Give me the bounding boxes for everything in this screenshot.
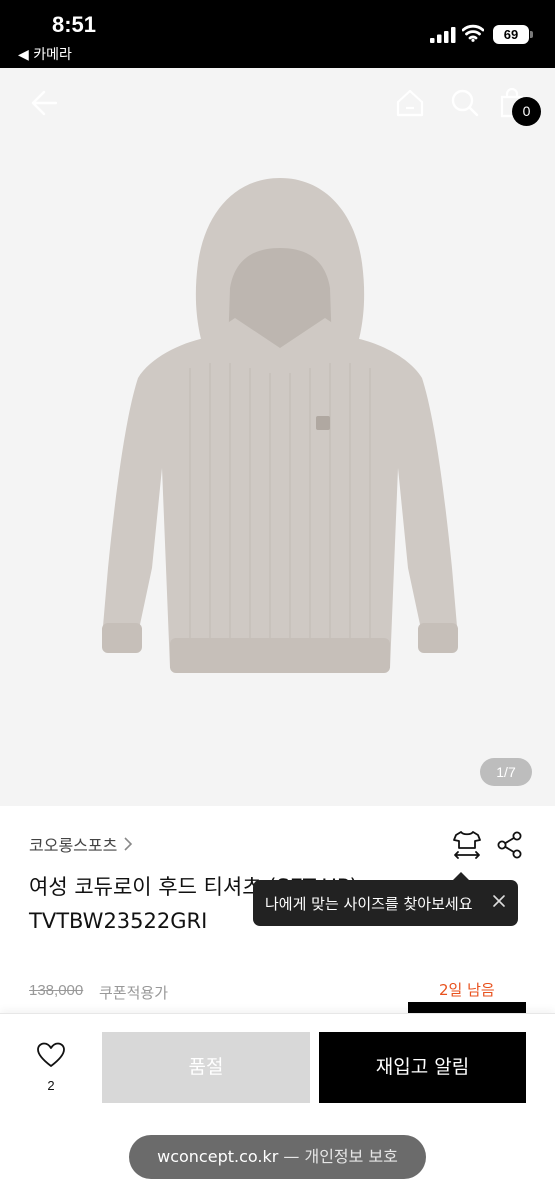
home-icon[interactable]: [395, 88, 425, 118]
product-image-gallery[interactable]: [0, 68, 555, 806]
cellular-signal-icon: [430, 27, 456, 43]
search-icon[interactable]: [450, 88, 480, 118]
size-finder-tooltip[interactable]: 나에게 맞는 사이즈를 찾아보세요: [253, 880, 518, 926]
original-price: 138,000: [29, 982, 84, 999]
image-page-indicator: 1/7: [480, 758, 532, 786]
back-arrow-icon[interactable]: [28, 88, 58, 118]
brand-name: 코오롱스포츠: [29, 836, 118, 855]
heart-icon: [37, 1042, 65, 1067]
browser-url-pill[interactable]: wconcept.co.kr — 개인정보 보호: [129, 1135, 426, 1179]
coupon-price-label: 쿠폰적용가: [99, 984, 169, 1002]
status-bar: 8:51 ◀ 카메라 69: [0, 0, 555, 68]
restock-alert-button[interactable]: 재입고 알림: [319, 1032, 526, 1103]
close-icon[interactable]: [491, 893, 507, 909]
back-to-camera-link[interactable]: ◀ 카메라: [18, 44, 72, 64]
wifi-icon: [462, 24, 484, 42]
share-icon[interactable]: [497, 831, 523, 859]
battery-indicator: 69: [493, 25, 529, 44]
url-domain: wconcept.co.kr: [157, 1147, 279, 1166]
status-time: 8:51: [52, 12, 97, 37]
url-privacy-note: — 개인정보 보호: [278, 1147, 398, 1166]
sold-out-button[interactable]: 품절: [102, 1032, 310, 1103]
days-left-label: 2일 남음: [439, 981, 495, 999]
brand-link[interactable]: 코오롱스포츠: [29, 832, 133, 856]
like-count: 2: [47, 1078, 55, 1093]
tooltip-text: 나에게 맞는 사이즈를 찾아보세요: [265, 895, 473, 913]
chevron-right-icon: [124, 837, 133, 851]
battery-tip: [530, 31, 533, 38]
cart-count-badge[interactable]: 0: [512, 97, 541, 126]
shirt-size-icon[interactable]: [452, 830, 482, 860]
product-image-hoodie: [102, 178, 458, 673]
